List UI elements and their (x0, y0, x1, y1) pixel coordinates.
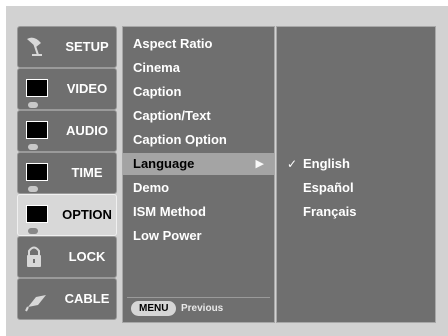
tab-option-label: OPTION (62, 207, 112, 222)
menu-item-aspect-ratio[interactable]: Aspect Ratio (133, 33, 212, 55)
menu-item-ism-method[interactable]: ISM Method (133, 201, 206, 223)
screen-icon (24, 117, 48, 150)
menu-item-language-label: Language (133, 156, 195, 171)
tab-cable-label: CABLE (64, 291, 110, 306)
tab-option[interactable]: OPTION (17, 194, 117, 236)
tab-video-label: VIDEO (66, 81, 108, 96)
tab-lock[interactable]: LOCK (17, 236, 117, 278)
tab-time-label: TIME (71, 165, 103, 180)
tab-audio-label: AUDIO (66, 123, 108, 138)
cable-icon (25, 295, 46, 312)
tab-setup[interactable]: SETUP (17, 26, 117, 68)
tab-cable[interactable]: CABLE (17, 278, 117, 320)
navigation-hint: MENU Previous (127, 297, 270, 318)
checkmark-icon: ✓ (287, 157, 298, 171)
tab-audio[interactable]: AUDIO (17, 110, 117, 152)
language-submenu-panel: ✓ English Español Français (276, 26, 436, 323)
tab-setup-label: SETUP (65, 39, 109, 54)
sidebar: SETUP VIDEO AUDIO TIME OPTION LOCK CABLE (17, 26, 117, 320)
tab-video[interactable]: VIDEO (17, 68, 117, 110)
screen-icon (24, 159, 48, 192)
screen-icon (24, 75, 48, 108)
menu-item-caption[interactable]: Caption (133, 81, 181, 103)
menu-item-demo[interactable]: Demo (133, 177, 169, 199)
padlock-icon (27, 246, 41, 267)
tab-time[interactable]: TIME (17, 152, 117, 194)
menu-key-badge[interactable]: MENU (131, 301, 177, 316)
language-option-francais[interactable]: Français (303, 201, 356, 223)
hint-previous-text: Previous (181, 303, 224, 314)
language-option-english[interactable]: English (303, 153, 350, 175)
option-menu-panel: Aspect Ratio Cinema Caption Caption/Text… (122, 26, 275, 323)
language-option-espanol[interactable]: Español (303, 177, 354, 199)
menu-item-caption-option[interactable]: Caption Option (133, 129, 227, 151)
arrow-right-icon: ▶ (255, 158, 264, 170)
menu-item-caption-text[interactable]: Caption/Text (133, 105, 211, 127)
tab-lock-label: LOCK (68, 249, 106, 264)
menu-item-cinema[interactable]: Cinema (133, 57, 180, 79)
menu-item-language[interactable]: Language ▶ (123, 153, 274, 175)
menu-item-low-power[interactable]: Low Power (133, 225, 202, 247)
satellite-dish-icon (27, 37, 42, 56)
screen-icon (24, 201, 48, 234)
